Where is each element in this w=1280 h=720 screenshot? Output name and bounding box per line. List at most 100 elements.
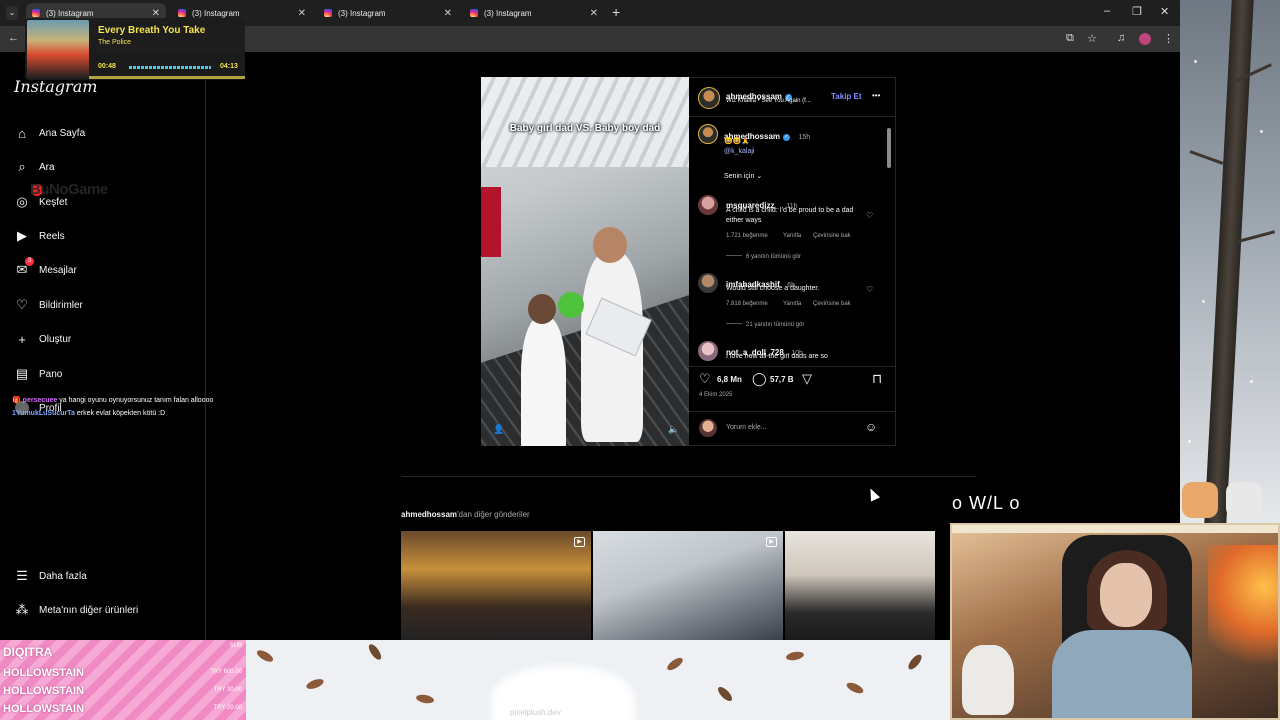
sub-amount: TRY 30.00 xyxy=(213,687,242,693)
more-posts-username[interactable]: ahmedhossam xyxy=(401,510,457,519)
comment-likes[interactable]: 1.721 beğenme xyxy=(726,233,768,239)
leaf xyxy=(305,677,325,691)
messenger-icon: ✉ 3 xyxy=(14,257,34,278)
translate-link[interactable]: Çevirisine bak xyxy=(813,233,851,239)
video-ceiling xyxy=(481,77,689,167)
close-icon[interactable]: ✕ xyxy=(590,8,598,19)
chevron-down-icon: ⌄ xyxy=(756,173,763,180)
minimize-button[interactable]: – xyxy=(1104,5,1110,17)
share-send-icon[interactable]: ▽ xyxy=(802,371,812,387)
sidebar-item-create[interactable]: + Oluştur xyxy=(14,327,71,351)
save-bookmark-icon[interactable]: ⊓ xyxy=(872,371,882,387)
view-replies[interactable]: 21 yanıtın tümünü gör xyxy=(726,322,804,328)
back-icon[interactable]: ← xyxy=(8,32,19,44)
tree-branch xyxy=(1237,230,1276,243)
commenter-avatar[interactable] xyxy=(698,273,718,293)
comment-sort-label: Senin için xyxy=(724,173,755,180)
comment-likes[interactable]: 7.818 beğenme xyxy=(726,301,768,307)
comment-bubble-icon[interactable]: ◯ xyxy=(752,371,767,387)
song-artist: The Police xyxy=(98,39,132,46)
tree-branch xyxy=(1189,150,1224,165)
reply-link[interactable]: Yanıtla xyxy=(783,301,801,307)
snowflake xyxy=(1260,130,1263,133)
commenter-avatar[interactable] xyxy=(698,195,718,215)
tab-label: (3) Instagram xyxy=(338,8,386,18)
sub-name: HOLLOWSTAIN xyxy=(3,685,85,697)
close-icon[interactable]: ✕ xyxy=(152,8,160,19)
comment-input[interactable]: Yorum ekle... xyxy=(726,424,767,431)
comment-count: 57,7 B xyxy=(770,375,794,384)
browser-tab[interactable]: (3) Instagram ✕ xyxy=(464,3,604,23)
view-replies[interactable]: 6 yanıtın tümünü gör xyxy=(726,254,801,260)
post-thumbnail[interactable]: ▶ xyxy=(593,531,783,640)
scrollbar-thumb[interactable] xyxy=(887,128,891,168)
tag-people-icon[interactable]: 👤 xyxy=(493,424,504,435)
caption-mention[interactable]: @k_kalaji xyxy=(724,148,754,155)
sidebar-item-reels[interactable]: ▶ Reels xyxy=(14,224,65,248)
like-count[interactable]: 6,8 Mn xyxy=(717,375,742,384)
close-icon[interactable]: ✕ xyxy=(298,8,306,19)
unread-badge: 3 xyxy=(25,257,34,266)
new-tab-button[interactable]: + xyxy=(612,4,620,20)
video-person-head xyxy=(593,227,627,263)
bookmark-star-icon[interactable]: ☆ xyxy=(1087,32,1097,45)
sidebar-item-label: Bildirimler xyxy=(39,299,83,311)
reply-link[interactable]: Yanıtla xyxy=(783,233,801,239)
meta-grid-icon: ⁂ xyxy=(15,602,29,617)
mute-icon[interactable]: 🔈 xyxy=(668,424,679,435)
like-heart-icon[interactable]: ♡ xyxy=(699,371,711,387)
comments-scrollbar[interactable] xyxy=(886,118,892,361)
close-icon[interactable]: ✕ xyxy=(444,8,452,19)
more-options-icon[interactable]: ••• xyxy=(872,91,880,100)
maximize-button[interactable]: ❐ xyxy=(1132,5,1142,18)
chat-message: 🎁 persecuee ya hangi oyunu oynuyorsunuz … xyxy=(12,396,213,404)
media-control-icon[interactable]: ♫ xyxy=(1117,32,1125,44)
more-posts-heading: ahmedhossam'dan diğer gönderiler xyxy=(401,510,530,519)
follow-button[interactable]: Takip Et xyxy=(831,92,862,101)
leaf xyxy=(415,693,435,705)
current-user-avatar xyxy=(699,419,717,437)
tree-trunk xyxy=(1204,0,1254,525)
translate-link[interactable]: Çevirisine bak xyxy=(813,301,851,307)
profile-avatar-icon[interactable] xyxy=(1139,33,1151,45)
like-comment-icon[interactable]: ♡ xyxy=(866,285,873,294)
tab-label: (3) Instagram xyxy=(484,8,532,18)
emoji-icon[interactable]: ☺ xyxy=(865,420,877,434)
post-actions: ♡ 6,8 Mn ◯ 57,7 B ▽ ⊓ 4 Ekim 2025 xyxy=(689,366,895,411)
snowflake xyxy=(1202,300,1205,303)
like-comment-icon[interactable]: ♡ xyxy=(866,211,873,220)
song-progress-bar xyxy=(129,66,211,69)
browser-tab[interactable]: (3) Instagram ✕ xyxy=(318,3,458,23)
webcam-feed xyxy=(950,523,1280,720)
sidebar-more[interactable]: ☰ Daha fazla xyxy=(14,564,87,588)
comment-sort-dropdown[interactable]: Senin için ⌄ xyxy=(724,172,762,180)
sidebar-item-home[interactable]: ⌂ Ana Sayfa xyxy=(14,121,85,145)
install-icon[interactable]: ⧉ xyxy=(1066,32,1074,45)
audio-track[interactable]: Wiz Khalifa • See You Again (f... xyxy=(726,98,811,104)
sidebar-item-dashboard[interactable]: ▤ Pano xyxy=(14,362,63,386)
leaf xyxy=(906,652,924,672)
chat-text: ya hangi oyunu oynuyorsunuz tanım falan … xyxy=(59,397,214,404)
post-thumbnail[interactable]: ▶ xyxy=(401,531,591,640)
sidebar-item-explore[interactable]: ◎ Keşfet xyxy=(14,190,67,214)
reel-icon: ▶ xyxy=(574,537,585,547)
tab-search-button[interactable]: ⌄ xyxy=(6,6,18,20)
author-avatar[interactable] xyxy=(698,87,720,109)
comment-text: I love how all the girl dads are so xyxy=(726,353,828,360)
section-divider xyxy=(402,476,976,477)
instagram-favicon-icon xyxy=(178,9,186,17)
sidebar-item-search[interactable]: ⌕ Ara xyxy=(14,155,54,179)
webcam-lamp xyxy=(1208,545,1278,685)
sub-amount: TRY 20.00 xyxy=(213,705,242,711)
browser-menu-icon[interactable]: ⋮ xyxy=(1163,32,1174,45)
instagram-favicon-icon xyxy=(324,9,332,17)
commenter-avatar[interactable] xyxy=(698,341,718,361)
caption-avatar[interactable] xyxy=(698,124,718,144)
sidebar-item-notifications[interactable]: ♡ Bildirimler xyxy=(14,293,83,317)
post-thumbnail[interactable] xyxy=(785,531,935,640)
sidebar-meta-products[interactable]: ⁂ Meta'nın diğer ürünleri xyxy=(14,598,139,622)
leaf xyxy=(665,655,685,673)
pixel-cat xyxy=(1182,482,1218,518)
sidebar-item-messages[interactable]: ✉ 3 Mesajlar xyxy=(14,257,77,282)
close-window-button[interactable]: ✕ xyxy=(1160,5,1169,18)
